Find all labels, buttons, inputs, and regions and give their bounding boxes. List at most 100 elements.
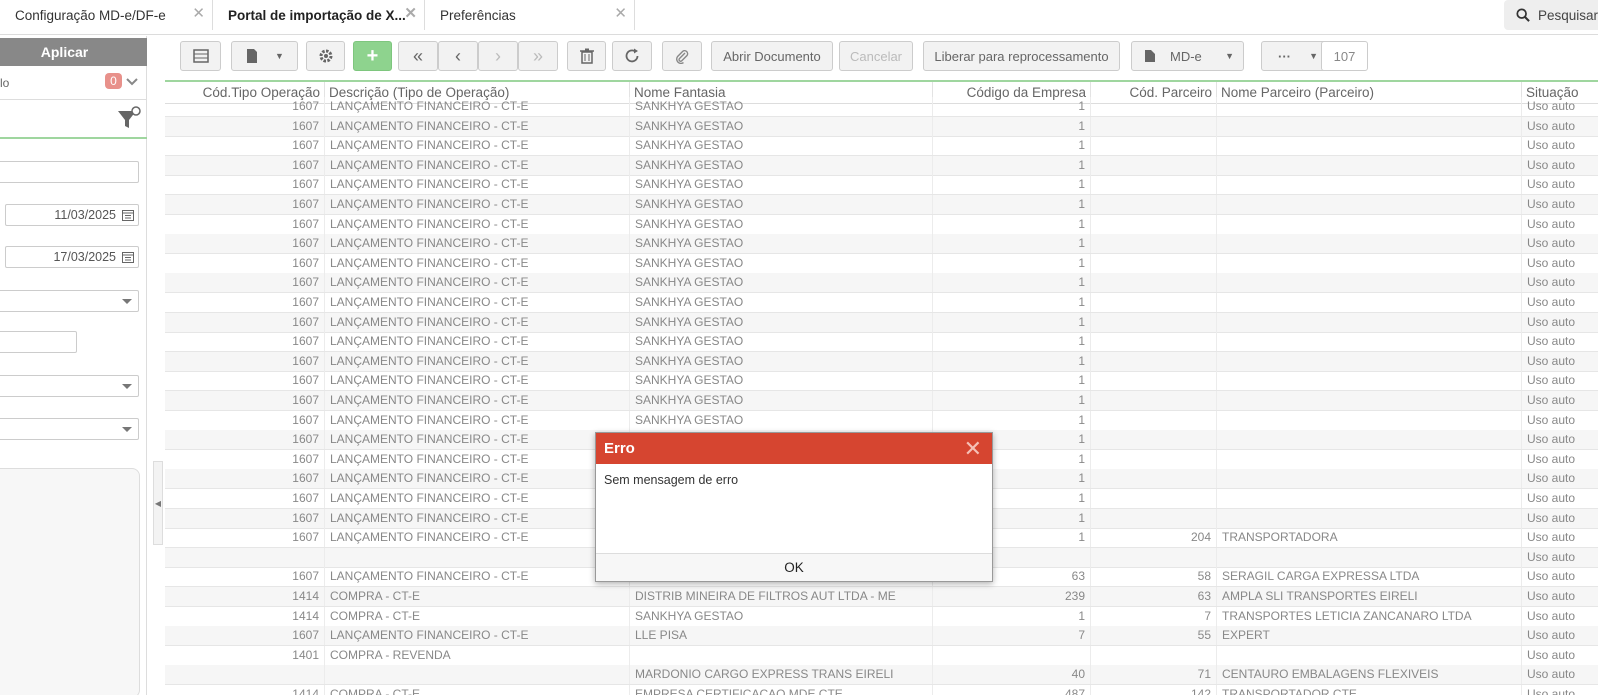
- cell-descricao: LANÇAMENTO FINANCEIRO - CT-E: [325, 312, 630, 332]
- table-row[interactable]: 1607LANÇAMENTO FINANCEIRO - CT-ESANKHYA …: [165, 273, 1598, 294]
- cell-codigo-empresa: 1: [933, 97, 1091, 116]
- table-row[interactable]: 1401 COMPRA - REVENDA Uso auto: [165, 645, 1598, 666]
- previous-record-button[interactable]: ‹: [438, 41, 478, 71]
- table-row[interactable]: 1414 COMPRA - CT-E SANKHYA GESTAO 1 7 TRANSPO…: [165, 606, 1598, 627]
- add-button[interactable]: +: [353, 41, 392, 71]
- table-row[interactable]: 1414 COMPRA - CT-E DISTRIB MINEIRA DE FILT…: [165, 587, 1598, 607]
- delete-button[interactable]: [567, 41, 606, 71]
- search-button[interactable]: Pesquisar: [1504, 0, 1598, 30]
- table-row[interactable]: 1607LANÇAMENTO FINANCEIRO - CT-ESANKHYA …: [165, 332, 1598, 353]
- cell-nome-parceiro: [1217, 253, 1522, 273]
- cell-descricao: LANÇAMENTO FINANCEIRO - CT-E: [325, 528, 630, 548]
- cell-cod-parceiro: [1091, 312, 1217, 332]
- dialog-message: Sem mensagem de erro: [604, 473, 739, 487]
- table-row[interactable]: 1607LANÇAMENTO FINANCEIRO - CT-ESANKHYA …: [165, 136, 1598, 157]
- caret-down-icon[interactable]: ▼: [1225, 51, 1234, 61]
- cell-codigo-empresa: 40: [933, 665, 1091, 685]
- table-row[interactable]: 1607LANÇAMENTO FINANCEIRO - CT-ESANKHYA …: [165, 97, 1598, 117]
- tab-preferencias[interactable]: Preferências ✕: [425, 0, 635, 30]
- filter-selector[interactable]: lo 0: [0, 67, 147, 100]
- cell-nome-fantasia: SANKHYA GESTAO: [630, 195, 933, 214]
- chevron-right-icon: ›: [495, 45, 501, 66]
- first-record-button[interactable]: «: [398, 41, 438, 71]
- table-row[interactable]: 1607LANÇAMENTO FINANCEIRO - CT-ESANKHYA …: [165, 155, 1598, 176]
- table-row[interactable]: 1414 COMPRA - CT-E EMPRESA CERTIFICACAO MD…: [165, 685, 1598, 695]
- table-row[interactable]: 1607LANÇAMENTO FINANCEIRO - CT-ESANKHYA …: [165, 234, 1598, 255]
- cell-nome-fantasia: SANKHYA GESTAO: [630, 273, 933, 293]
- settings-button[interactable]: [306, 41, 345, 71]
- table-row[interactable]: 1607 LANÇAMENTO FINANCEIRO - CT-E LLE PISA…: [165, 626, 1598, 647]
- search-label: Pesquisar: [1537, 7, 1598, 23]
- apply-button[interactable]: Aplicar: [0, 38, 147, 66]
- filter-select-2[interactable]: [0, 375, 139, 397]
- last-record-button[interactable]: »: [518, 41, 558, 71]
- tab-portal-importacao[interactable]: Portal de importação de X... ✕: [213, 0, 425, 30]
- close-icon[interactable]: ✕: [964, 433, 982, 464]
- table-row[interactable]: 1607LANÇAMENTO FINANCEIRO - CT-ESANKHYA …: [165, 371, 1598, 392]
- tab-config-mde[interactable]: Configuração MD-e/DF-e ✕: [0, 0, 213, 30]
- release-reprocess-button[interactable]: Liberar para reprocessamento: [923, 41, 1120, 71]
- date-from-field[interactable]: 11/03/2025: [5, 204, 139, 226]
- cell-cod-parceiro: 55: [1091, 626, 1217, 646]
- close-icon[interactable]: ✕: [404, 6, 417, 21]
- grid-view-button[interactable]: [180, 41, 221, 71]
- table-row[interactable]: MARDONIO CARGO EXPRESS TRANS EIRELI 40 71 C…: [165, 665, 1598, 686]
- mde-button[interactable]: MD-e ▼: [1131, 41, 1244, 71]
- cell-nome-parceiro: TRANSPORTES LETICIA ZANCANARO LTDA: [1217, 606, 1522, 626]
- caret-down-icon[interactable]: ▼: [1309, 51, 1318, 61]
- cell-situacao: Uso auto: [1527, 275, 1576, 290]
- cancel-button[interactable]: Cancelar: [839, 41, 913, 71]
- attach-button[interactable]: [662, 41, 702, 71]
- more-actions-button[interactable]: ··· ▼: [1261, 41, 1328, 71]
- refresh-button[interactable]: [612, 41, 652, 71]
- table-row[interactable]: 1607LANÇAMENTO FINANCEIRO - CT-ESANKHYA …: [165, 214, 1598, 235]
- filter-select-3[interactable]: [0, 418, 139, 440]
- cell-descricao: LANÇAMENTO FINANCEIRO - CT-E: [325, 214, 630, 234]
- cell-cod-parceiro: [1091, 332, 1217, 352]
- table-row[interactable]: 1607LANÇAMENTO FINANCEIRO - CT-ESANKHYA …: [165, 293, 1598, 313]
- cell-nome-parceiro: AMPLA SLI TRANSPORTES EIRELI: [1217, 587, 1522, 606]
- table-row[interactable]: 1607LANÇAMENTO FINANCEIRO - CT-ESANKHYA …: [165, 195, 1598, 215]
- small-filter-input[interactable]: [0, 331, 77, 353]
- cell-cod-tipo-operacao: 1607: [165, 391, 325, 410]
- close-icon[interactable]: ✕: [614, 6, 627, 21]
- table-row[interactable]: 1607LANÇAMENTO FINANCEIRO - CT-ESANKHYA …: [165, 391, 1598, 411]
- calendar-icon[interactable]: [122, 209, 134, 221]
- cell-cod-tipo-operacao: 1607: [165, 489, 325, 508]
- collapse-sidebar-handle[interactable]: ◀: [153, 461, 163, 545]
- table-row[interactable]: 1607LANÇAMENTO FINANCEIRO - CT-ESANKHYA …: [165, 410, 1598, 431]
- cell-cod-parceiro: 63: [1091, 587, 1217, 606]
- cell-nome-fantasia: SANKHYA GESTAO: [630, 155, 933, 175]
- cell-cod-tipo-operacao: 1607: [165, 273, 325, 293]
- filter-settings-icon[interactable]: [116, 106, 142, 132]
- close-icon[interactable]: ✕: [192, 6, 205, 21]
- caret-down-icon[interactable]: ▼: [275, 51, 284, 61]
- double-chevron-left-icon: «: [412, 45, 423, 66]
- table-row[interactable]: 1607LANÇAMENTO FINANCEIRO - CT-ESANKHYA …: [165, 175, 1598, 196]
- calendar-icon[interactable]: [122, 251, 134, 263]
- ok-button[interactable]: OK: [596, 553, 992, 581]
- export-button[interactable]: ▼: [231, 41, 298, 71]
- date-to-field[interactable]: 17/03/2025: [5, 246, 139, 268]
- cell-cod-tipo-operacao: 1414: [165, 606, 325, 626]
- date-from-value: 11/03/2025: [54, 208, 116, 222]
- chevron-down-icon[interactable]: [125, 76, 139, 88]
- next-record-button[interactable]: ›: [478, 41, 518, 71]
- text-filter-input[interactable]: [0, 161, 139, 183]
- table-row[interactable]: 1607LANÇAMENTO FINANCEIRO - CT-ESANKHYA …: [165, 351, 1598, 372]
- cell-codigo-empresa: 1: [933, 371, 1091, 391]
- cell-nome-fantasia: SANKHYA GESTAO: [630, 234, 933, 254]
- open-document-button[interactable]: Abrir Documento: [711, 41, 833, 71]
- cell-codigo-empresa: 1: [933, 136, 1091, 156]
- table-row[interactable]: 1607LANÇAMENTO FINANCEIRO - CT-ESANKHYA …: [165, 312, 1598, 333]
- table-row[interactable]: 1607LANÇAMENTO FINANCEIRO - CT-ESANKHYA …: [165, 116, 1598, 137]
- cell-situacao: Uso auto: [1527, 295, 1576, 309]
- table-row[interactable]: 1607LANÇAMENTO FINANCEIRO - CT-ESANKHYA …: [165, 253, 1598, 274]
- cell-codigo-empresa: 1: [933, 253, 1091, 273]
- double-chevron-right-icon: »: [532, 45, 543, 66]
- cell-codigo-empresa: 1: [933, 410, 1091, 430]
- cell-nome-parceiro: [1217, 332, 1522, 352]
- filter-select-1[interactable]: [0, 290, 139, 312]
- data-grid: Cód.Tipo Operação Descrição (Tipo de Ope…: [165, 80, 1598, 695]
- cell-situacao: Uso auto: [1527, 510, 1576, 525]
